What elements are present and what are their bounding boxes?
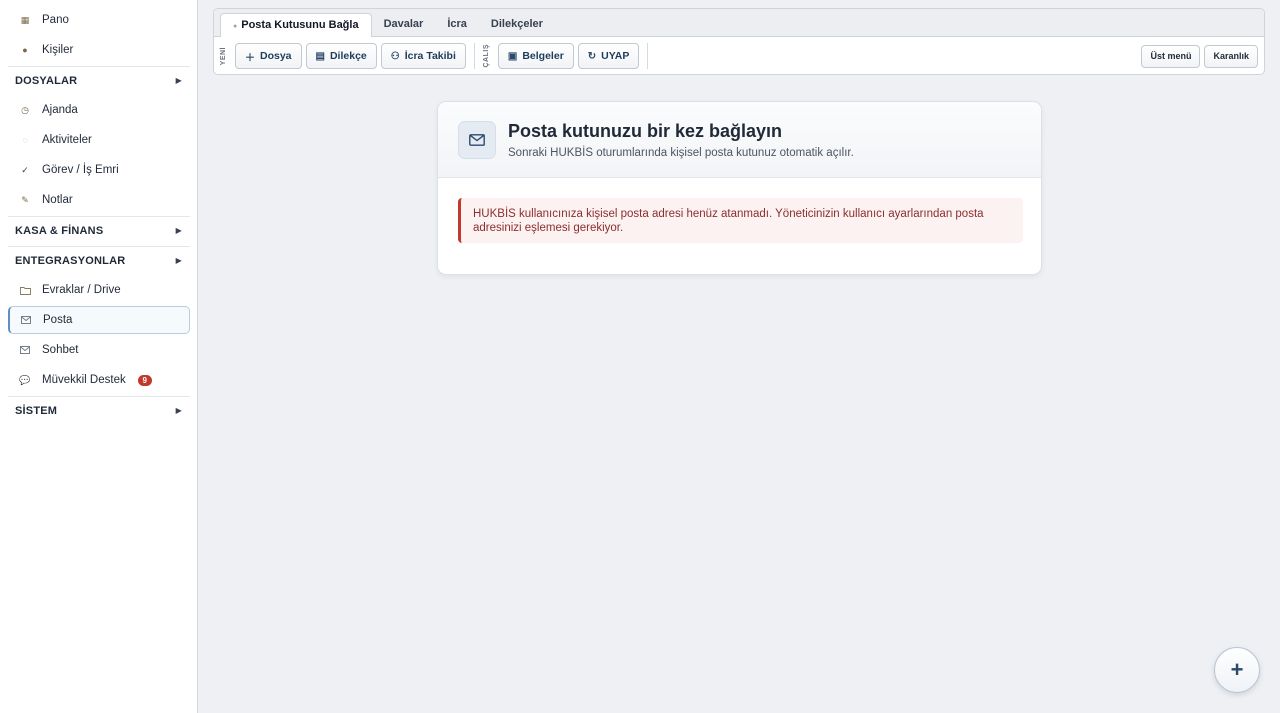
button-label: UYAP [601, 50, 630, 62]
mail-icon [20, 314, 32, 326]
button-label: İcra Takibi [404, 50, 456, 62]
expand-arrow-icon: ▶ [175, 226, 182, 235]
add-fab-button[interactable]: + [1214, 647, 1260, 693]
sidebar-item-ajanda[interactable]: ◷ Ajanda [8, 96, 190, 124]
button-label: Dosya [260, 50, 292, 62]
toolbar: YENİ ＋ Dosya ▤ Dilekçe ⚇ İcra Takibi ÇALIŞ … [214, 37, 1264, 74]
refresh-icon: ↻ [587, 50, 597, 62]
binoculars-icon: ⚇ [390, 50, 400, 62]
sidebar-item-muvekkil-destek[interactable]: 💬 Müvekkil Destek 9 [8, 366, 190, 394]
people-icon: ● [22, 45, 28, 55]
sidebar-item-label: Görev / İş Emri [42, 164, 119, 176]
sidebar-item-label: Pano [42, 14, 69, 26]
plus-icon: + [1230, 657, 1244, 682]
toolbar-right-group: Üst menü Karanlık [1141, 44, 1258, 68]
mail-icon [458, 120, 496, 159]
check-icon: ✓ [21, 164, 29, 175]
document-icon: ▤ [315, 50, 325, 62]
section-label: SİSTEM [15, 404, 58, 417]
sidebar-section-dosyalar[interactable]: DOSYALAR ▶ [8, 66, 190, 94]
icra-takibi-button[interactable]: ⚇ İcra Takibi [380, 43, 466, 69]
sidebar-item-evraklar[interactable]: Evraklar / Drive [8, 276, 190, 304]
sidebar-item-label: Evraklar / Drive [42, 284, 121, 296]
speech-bubble-icon: 💬 [19, 374, 31, 385]
chat-icon [19, 344, 31, 356]
sidebar-item-label: Aktiviteler [42, 134, 92, 146]
button-label: Belgeler [522, 50, 564, 62]
toolbar-divider [473, 43, 475, 69]
tab-dot-icon: ● [233, 23, 238, 30]
belgeler-button[interactable]: ▣ Belgeler [497, 43, 574, 69]
toolbar-group-label: ÇALIŞ [482, 44, 490, 68]
sidebar-item-label: Sohbet [42, 344, 79, 356]
sidebar-item-gorev[interactable]: ✓ Görev / İş Emri [8, 156, 190, 184]
tab-label: Posta Kutusunu Bağla [241, 19, 359, 31]
uyap-button[interactable]: ↻ UYAP [577, 43, 640, 69]
sidebar-section-sistem[interactable]: SİSTEM ▶ [8, 396, 190, 424]
sidebar-item-label: Posta [43, 314, 73, 326]
sidebar-item-notlar[interactable]: ✎ Notlar [8, 186, 190, 214]
activity-icon: ◌ [22, 135, 28, 145]
top-panel: ● Posta Kutusunu Bağla Davalar İcra Dilek… [213, 8, 1265, 75]
plus-icon: ＋ [245, 52, 255, 64]
sidebar-item-kisiler[interactable]: ● Kişiler [8, 36, 190, 64]
pencil-icon: ✎ [21, 194, 29, 205]
dashboard-icon: ▦ [20, 14, 30, 25]
new-dosya-button[interactable]: ＋ Dosya [235, 43, 302, 69]
sidebar: ▦ Pano ● Kişiler DOSYALAR ▶ ◷ Ajanda ◌ A… [0, 0, 198, 713]
card-subtitle: Sonraki HUKBİS oturumlarında kişisel pos… [508, 146, 854, 159]
section-label: KASA & FİNANS [15, 224, 104, 237]
sidebar-item-label: Müvekkil Destek [42, 374, 126, 386]
mailbox-connect-card: Posta kutunuzu bir kez bağlayın Sonraki … [437, 101, 1042, 275]
tab-posta-kutusunu-bagla[interactable]: ● Posta Kutusunu Bağla [220, 13, 372, 37]
card-header: Posta kutunuzu bir kez bağlayın Sonraki … [438, 102, 1041, 178]
sidebar-item-label: Kişiler [42, 44, 74, 56]
notification-badge: 9 [137, 374, 152, 386]
tab-dilekceler[interactable]: Dilekçeler [479, 13, 555, 36]
card-header-text: Posta kutunuzu bir kez bağlayın Sonraki … [508, 121, 854, 159]
sidebar-item-label: Ajanda [42, 104, 78, 116]
expand-arrow-icon: ▶ [175, 256, 182, 265]
sidebar-section-kasa[interactable]: KASA & FİNANS ▶ [8, 216, 190, 244]
sidebar-item-label: Notlar [42, 194, 73, 206]
section-label: ENTEGRASYONLAR [15, 254, 126, 267]
sidebar-item-aktiviteler[interactable]: ◌ Aktiviteler [8, 126, 190, 154]
sidebar-item-posta[interactable]: Posta [8, 306, 190, 334]
top-menu-toggle-button[interactable]: Üst menü [1141, 44, 1201, 68]
section-label: DOSYALAR [15, 74, 78, 87]
clock-icon: ◷ [21, 104, 29, 115]
expand-arrow-icon: ▶ [175, 76, 182, 85]
sidebar-section-entegrasyonlar[interactable]: ENTEGRASYONLAR ▶ [8, 246, 190, 274]
toolbar-divider [647, 43, 649, 69]
error-alert: HUKBİS kullanıcınıza kişisel posta adres… [458, 198, 1023, 243]
tab-davalar[interactable]: Davalar [372, 13, 436, 36]
folder-icon [19, 284, 31, 296]
card-title: Posta kutunuzu bir kez bağlayın [508, 120, 783, 141]
toolbar-group-label: YENİ [220, 46, 227, 66]
tab-icra[interactable]: İcra [435, 13, 479, 36]
button-label: Dilekçe [329, 50, 367, 62]
file-icon: ▣ [507, 50, 518, 62]
sidebar-item-pano[interactable]: ▦ Pano [8, 6, 190, 34]
tab-bar: ● Posta Kutusunu Bağla Davalar İcra Dilek… [214, 9, 1264, 37]
sidebar-item-sohbet[interactable]: Sohbet [8, 336, 190, 364]
new-dilekce-button[interactable]: ▤ Dilekçe [305, 43, 377, 69]
dark-mode-toggle-button[interactable]: Karanlık [1204, 44, 1258, 68]
expand-arrow-icon: ▶ [175, 406, 182, 415]
